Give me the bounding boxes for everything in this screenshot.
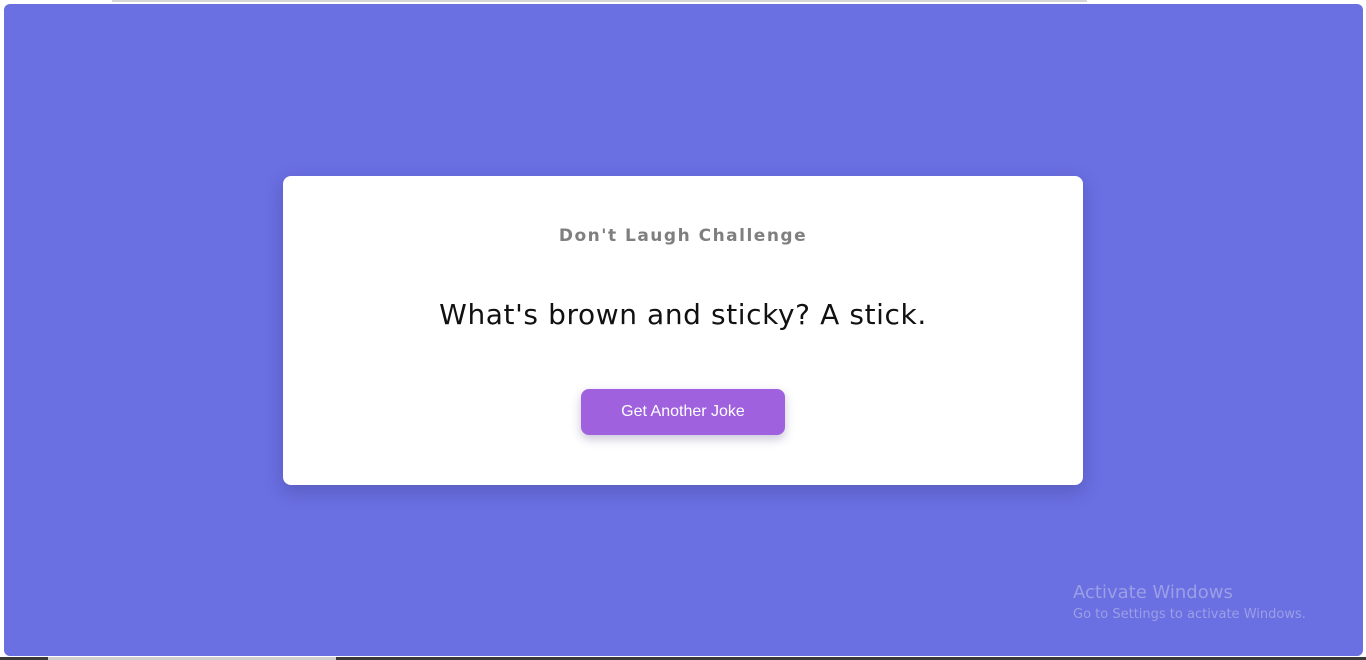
browser-top-edge	[112, 0, 1087, 2]
joke-text: What's brown and sticky? A stick.	[439, 298, 927, 331]
activate-windows-watermark: Activate Windows Go to Settings to activ…	[1073, 581, 1306, 625]
watermark-subtitle: Go to Settings to activate Windows.	[1073, 607, 1306, 622]
get-another-joke-button[interactable]: Get Another Joke	[581, 389, 785, 435]
card-title: Don't Laugh Challenge	[558, 226, 808, 246]
watermark-title: Activate Windows	[1073, 582, 1233, 603]
